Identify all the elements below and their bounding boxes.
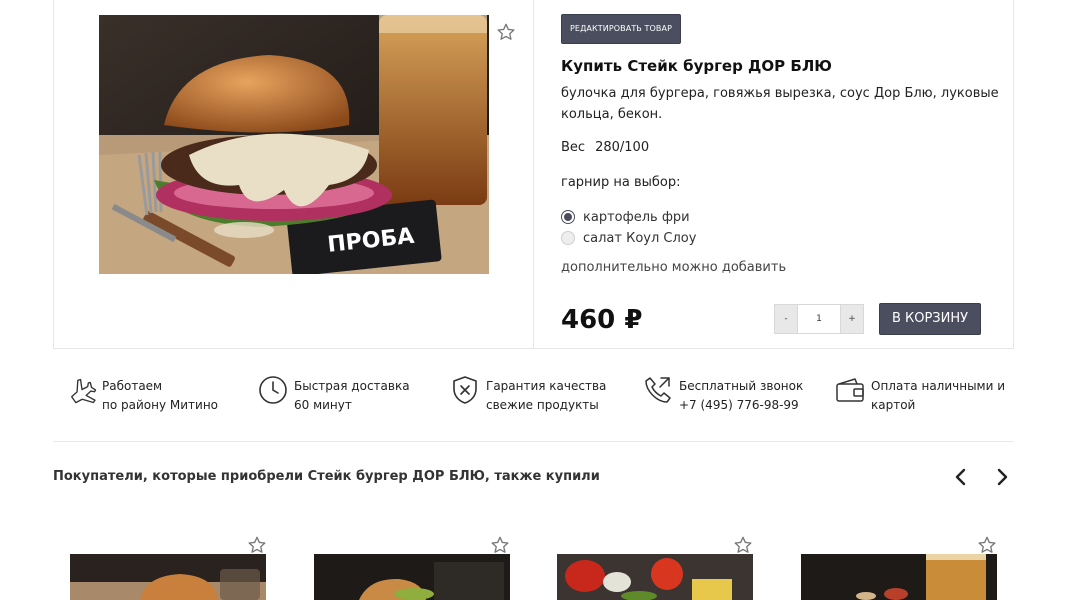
favorite-star-icon[interactable] bbox=[733, 535, 753, 555]
quantity-decrease-button[interactable]: - bbox=[774, 304, 798, 334]
weight-label: Вес bbox=[561, 140, 586, 155]
weight-value: 280/100 bbox=[595, 140, 650, 155]
related-product-image[interactable] bbox=[314, 554, 510, 600]
feature-line2: 60 минут bbox=[294, 398, 352, 412]
product-title: Купить Стейк бургер ДОР БЛЮ bbox=[561, 57, 832, 75]
card-divider bbox=[533, 0, 534, 348]
product-price: 460 ₽ bbox=[561, 305, 643, 335]
garnish-option-label: салат Коул Слоу bbox=[583, 230, 697, 246]
shield-icon bbox=[449, 374, 481, 406]
chevron-right-icon bbox=[997, 468, 1008, 486]
feature-line1: Гарантия качества bbox=[486, 379, 607, 393]
radio-button-checked[interactable] bbox=[561, 210, 575, 224]
feature-text: Оплата наличными и картой bbox=[871, 377, 1005, 415]
wallet-icon bbox=[834, 374, 866, 406]
add-to-cart-button[interactable]: В КОРЗИНУ bbox=[879, 303, 981, 335]
chevron-left-icon bbox=[955, 468, 966, 486]
edit-product-button[interactable]: РЕДАКТИРОВАТЬ ТОВАР bbox=[561, 14, 681, 44]
product-photo: ПРОБА bbox=[99, 15, 489, 274]
feature-line1: Оплата наличными и bbox=[871, 379, 1006, 393]
related-product-image[interactable] bbox=[70, 554, 266, 600]
feature-line1: Работаем bbox=[102, 379, 163, 393]
favorite-star-icon[interactable] bbox=[977, 535, 997, 555]
product-weight: Вес 280/100 bbox=[561, 140, 649, 155]
feature-text: Быстрая доставка 60 минут bbox=[294, 377, 410, 415]
favorite-star-icon[interactable] bbox=[247, 535, 267, 555]
feature-line2: свежие продукты bbox=[486, 398, 599, 412]
feature-line2: +7 (495) 776-98-99 bbox=[679, 398, 799, 412]
feature-line1: Быстрая доставка bbox=[294, 379, 410, 393]
favorite-star-icon[interactable] bbox=[490, 535, 510, 555]
garnish-option-fries[interactable]: картофель фри bbox=[561, 208, 690, 226]
garnish-option-label: картофель фри bbox=[583, 209, 690, 225]
beer-photo-thumb bbox=[801, 554, 997, 600]
airplane-icon bbox=[65, 374, 97, 406]
features-row: Работаем по району Митино Быстрая достав… bbox=[53, 368, 1014, 418]
feature-line2: по району Митино bbox=[102, 398, 219, 412]
section-divider bbox=[53, 441, 1014, 442]
burger-photo-thumb bbox=[70, 554, 266, 600]
also-bought-title: Покупатели, которые приобрели Стейк бург… bbox=[53, 469, 600, 484]
feature-line1: Бесплатный звонок bbox=[679, 379, 804, 393]
feature-text: Гарантия качества свежие продукты bbox=[486, 377, 606, 415]
related-product-image[interactable] bbox=[557, 554, 753, 600]
favorite-star-icon[interactable] bbox=[496, 22, 516, 42]
burger-photo-illustration: ПРОБА bbox=[99, 15, 489, 274]
feature-line2: картой bbox=[871, 398, 916, 412]
burger-photo-thumb bbox=[314, 554, 510, 600]
carousel-next-button[interactable] bbox=[992, 466, 1012, 488]
radio-button[interactable] bbox=[561, 231, 575, 245]
quantity-stepper: - 1 + bbox=[774, 304, 864, 334]
feature-text: Бесплатный звонок +7 (495) 776-98-99 bbox=[679, 377, 803, 415]
garnish-option-coleslaw[interactable]: салат Коул Слоу bbox=[561, 229, 696, 247]
carousel-prev-button[interactable] bbox=[951, 466, 971, 488]
clock-icon bbox=[257, 374, 289, 406]
garnish-label: гарнир на выбор: bbox=[561, 175, 681, 190]
product-description: булочка для бургера, говяжья вырезка, со… bbox=[561, 86, 999, 122]
additional-options-link[interactable]: дополнительно можно добавить bbox=[561, 260, 786, 275]
related-product-image[interactable] bbox=[801, 554, 997, 600]
quantity-increase-button[interactable]: + bbox=[840, 304, 864, 334]
vegetables-platter-photo-thumb bbox=[557, 554, 753, 600]
phone-icon bbox=[642, 374, 674, 406]
product-card: ПРОБА РЕДАКТИРОВАТЬ ТОВАР Купить Стейк б… bbox=[53, 0, 1014, 349]
feature-text: Работаем по району Митино bbox=[102, 377, 218, 415]
quantity-input[interactable]: 1 bbox=[798, 304, 840, 334]
